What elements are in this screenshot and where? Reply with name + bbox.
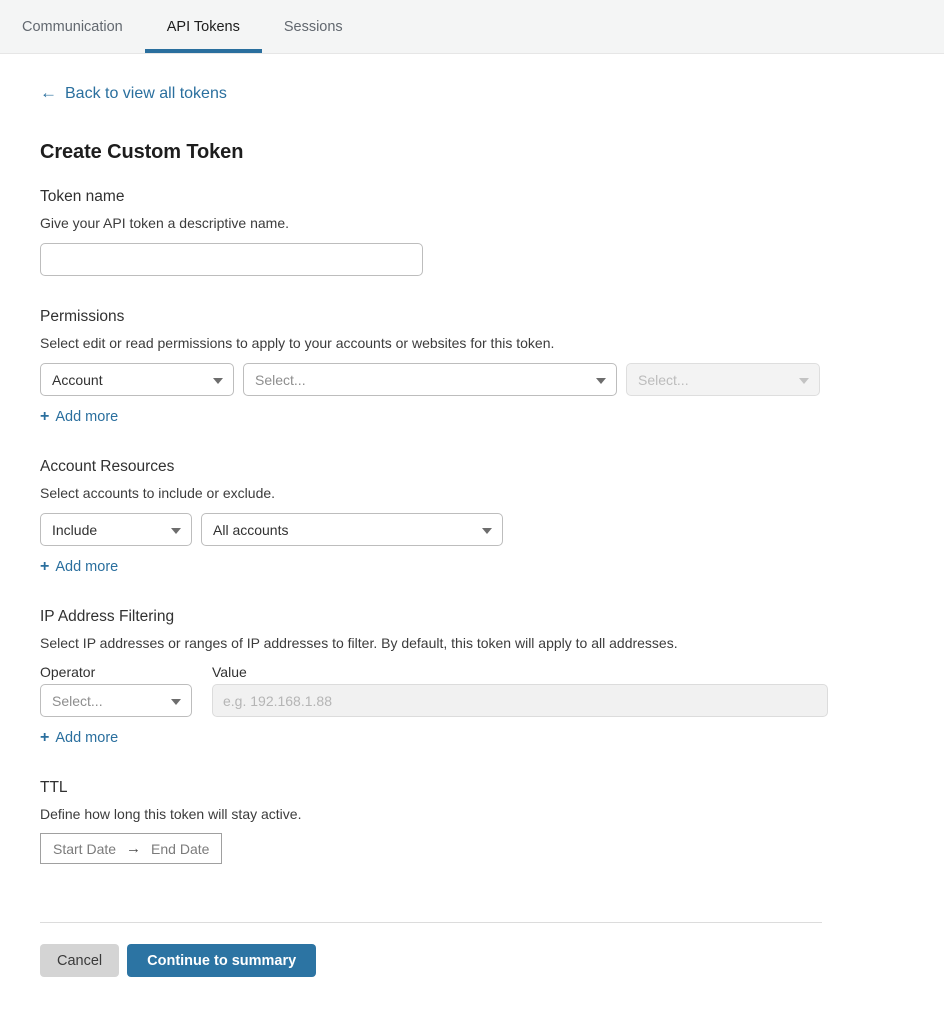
continue-to-summary-button[interactable]: Continue to summary — [127, 944, 316, 977]
permissions-resource-select[interactable]: Select... — [243, 363, 617, 396]
ip-operator-value: Select... — [52, 693, 103, 709]
account-resources-add-more-link[interactable]: + Add more — [40, 559, 118, 575]
arrow-right-icon: → — [126, 841, 141, 856]
tab-sessions-label: Sessions — [284, 19, 343, 35]
permissions-add-more-label: Add more — [55, 410, 118, 425]
chevron-down-icon — [171, 699, 181, 705]
ip-operator-field: Operator Select... — [40, 664, 192, 717]
plus-icon: + — [40, 409, 49, 425]
chevron-down-icon — [799, 378, 809, 384]
token-name-input[interactable] — [40, 243, 423, 276]
plus-icon: + — [40, 559, 49, 575]
permissions-add-more-link[interactable]: + Add more — [40, 409, 118, 425]
ip-operator-select[interactable]: Select... — [40, 684, 192, 717]
tab-api-tokens-label: API Tokens — [167, 19, 240, 35]
section-account-resources: Account Resources Select accounts to inc… — [40, 458, 904, 576]
token-name-description: Give your API token a descriptive name. — [40, 215, 904, 233]
ip-value-label: Value — [212, 664, 828, 680]
permissions-level-select: Select... — [626, 363, 820, 396]
ttl-date-range-picker[interactable]: Start Date → End Date — [40, 833, 222, 864]
ip-filtering-add-more-label: Add more — [55, 731, 118, 746]
cancel-button[interactable]: Cancel — [40, 944, 119, 977]
tab-communication-label: Communication — [22, 19, 123, 35]
chevron-down-icon — [596, 378, 606, 384]
section-token-name: Token name Give your API token a descrip… — [40, 188, 904, 276]
permissions-resource-value: Select... — [255, 372, 306, 388]
plus-icon: + — [40, 730, 49, 746]
footer-actions: Cancel Continue to summary — [40, 944, 904, 977]
tab-sessions[interactable]: Sessions — [262, 0, 365, 53]
ip-filtering-description: Select IP addresses or ranges of IP addr… — [40, 635, 904, 653]
tab-api-tokens[interactable]: API Tokens — [145, 0, 262, 53]
tab-communication[interactable]: Communication — [0, 0, 145, 53]
page-title: Create Custom Token — [40, 141, 904, 164]
account-resources-mode-value: Include — [52, 522, 97, 538]
ip-filtering-label: IP Address Filtering — [40, 608, 904, 627]
ip-filtering-add-more-link[interactable]: + Add more — [40, 730, 118, 746]
permissions-scope-value: Account — [52, 372, 103, 388]
back-to-tokens-label: Back to view all tokens — [65, 86, 227, 102]
permissions-label: Permissions — [40, 308, 904, 327]
footer-divider — [40, 922, 822, 923]
ttl-end-date[interactable]: End Date — [151, 841, 209, 857]
chevron-down-icon — [171, 528, 181, 534]
account-resources-label: Account Resources — [40, 458, 904, 477]
permissions-scope-select[interactable]: Account — [40, 363, 234, 396]
ip-operator-label: Operator — [40, 664, 192, 680]
ip-value-field: Value — [212, 664, 828, 717]
account-resources-accounts-select[interactable]: All accounts — [201, 513, 503, 546]
account-resources-description: Select accounts to include or exclude. — [40, 485, 904, 503]
chevron-down-icon — [213, 378, 223, 384]
ttl-description: Define how long this token will stay act… — [40, 806, 904, 824]
ttl-label: TTL — [40, 779, 904, 798]
token-name-label: Token name — [40, 188, 904, 207]
tab-bar: Communication API Tokens Sessions — [0, 0, 944, 54]
account-resources-mode-select[interactable]: Include — [40, 513, 192, 546]
back-to-tokens-link[interactable]: ← Back to view all tokens — [40, 85, 227, 102]
arrow-left-icon: ← — [40, 84, 57, 101]
section-permissions: Permissions Select edit or read permissi… — [40, 308, 904, 426]
section-ip-filtering: IP Address Filtering Select IP addresses… — [40, 608, 904, 747]
permissions-description: Select edit or read permissions to apply… — [40, 335, 904, 353]
ip-value-input — [212, 684, 828, 717]
account-resources-add-more-label: Add more — [55, 560, 118, 575]
chevron-down-icon — [482, 528, 492, 534]
permissions-level-value: Select... — [638, 372, 689, 388]
account-resources-accounts-value: All accounts — [213, 522, 288, 538]
ttl-start-date[interactable]: Start Date — [53, 841, 116, 857]
page-content: ← Back to view all tokens Create Custom … — [0, 54, 944, 977]
section-ttl: TTL Define how long this token will stay… — [40, 779, 904, 864]
